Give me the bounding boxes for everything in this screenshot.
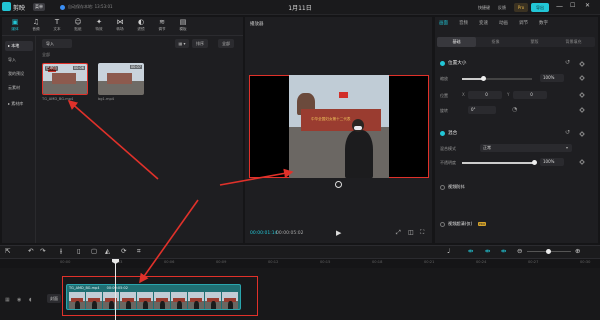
arrow-to-player [219, 168, 294, 186]
annotation-arrows [67, 99, 294, 284]
arrow-to-media [67, 99, 159, 180]
arrow-to-clip [139, 199, 199, 284]
